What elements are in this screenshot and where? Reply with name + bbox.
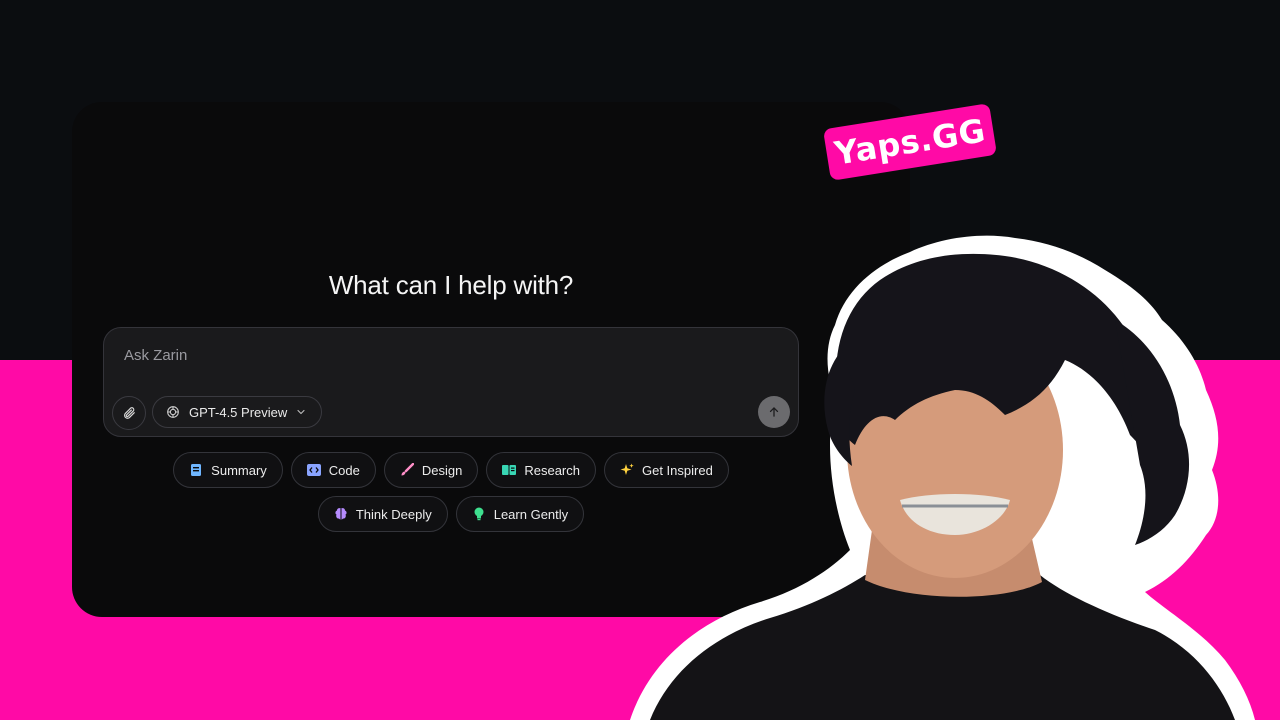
notepad-icon	[189, 463, 203, 477]
chip-summary[interactable]: Summary	[173, 452, 283, 488]
paperclip-icon	[124, 407, 135, 419]
chip-learn-gently[interactable]: Learn Gently	[455, 496, 585, 532]
chip-research[interactable]: Research	[486, 452, 596, 488]
attach-button[interactable]	[112, 396, 146, 430]
model-label: GPT-4.5 Preview	[189, 404, 288, 420]
chip-think-deeply[interactable]: Think Deeply	[317, 496, 448, 532]
chip-label: Research	[524, 462, 580, 478]
brain-icon	[334, 507, 348, 521]
chevron-down-icon	[297, 409, 305, 415]
openai-logo-icon	[167, 406, 179, 418]
chip-label: Design	[421, 462, 463, 478]
chip-label: Code	[328, 462, 360, 478]
chip-code[interactable]: Code	[290, 452, 376, 488]
book-icon	[502, 463, 517, 477]
chip-label: Think Deeply	[355, 506, 432, 522]
chip-label: Learn Gently	[493, 506, 569, 522]
chip-label: Summary	[211, 462, 267, 478]
chip-design[interactable]: Design	[383, 452, 479, 488]
lightbulb-icon	[472, 507, 486, 521]
code-icon	[306, 463, 321, 477]
brush-icon	[400, 463, 414, 477]
model-selector[interactable]: GPT-4.5 Preview	[152, 396, 323, 428]
person-photo	[630, 235, 1255, 720]
